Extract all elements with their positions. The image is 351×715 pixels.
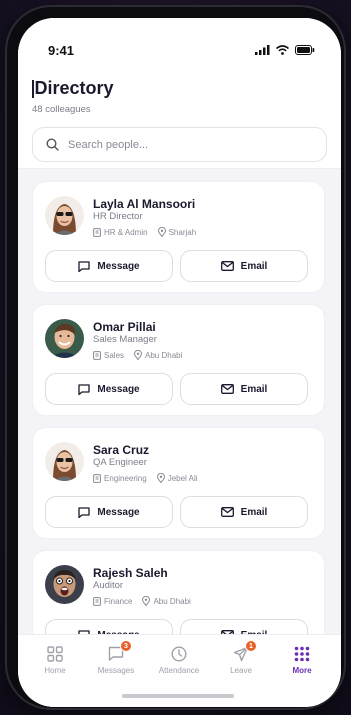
department: Finance [93, 597, 132, 606]
message-button[interactable]: Message [45, 496, 173, 528]
building-icon [93, 596, 101, 606]
home-indicator[interactable] [122, 694, 234, 698]
colleague-count: 48 colleagues [32, 104, 91, 115]
search-bar[interactable] [32, 127, 327, 162]
person-meta: HR & Admin Sharjah [93, 227, 196, 237]
location: Jebel Ali [156, 473, 198, 483]
location-pin-icon [134, 350, 143, 360]
signal-icon [255, 45, 270, 55]
message-button-label: Message [97, 383, 140, 395]
page-title: Directory [32, 78, 327, 99]
avatar-surprised-icon [45, 565, 84, 604]
text-cursor [32, 79, 34, 98]
chat-bubble-icon [78, 383, 91, 395]
person-name: Rajesh Saleh [93, 566, 168, 580]
wifi-icon [276, 45, 289, 55]
person-meta: Engineering Jebel Ali [93, 473, 198, 483]
search-input[interactable] [68, 138, 288, 151]
person-name: Layla Al Mansoori [93, 197, 196, 211]
location-label: Abu Dhabi [153, 596, 191, 606]
tab-home-label: Home [44, 666, 66, 675]
location-label: Sharjah [168, 227, 197, 237]
chat-bubble-icon [78, 506, 91, 518]
avatar-sunglasses-icon [45, 196, 84, 235]
chat-bubble-icon [78, 260, 91, 272]
person-name: Sara Cruz [93, 443, 150, 457]
location-pin-icon [157, 227, 166, 237]
mail-icon [220, 261, 234, 271]
person-meta: Finance Abu Dhabi [93, 596, 191, 606]
department-label: HR & Admin [104, 227, 148, 237]
status-icons [255, 45, 315, 55]
person-role: HR Director [93, 211, 143, 222]
email-button[interactable]: Email [180, 250, 308, 282]
building-icon [93, 227, 101, 237]
dots-grid-icon [294, 646, 310, 662]
avatar [45, 319, 84, 358]
directory-header: Directory 48 colleagues [18, 62, 341, 169]
tab-attendance[interactable]: Attendance [149, 646, 209, 675]
app-screen: 9:41 Directory 48 colleagues Search peop… [18, 18, 341, 707]
department-label: Engineering [104, 473, 147, 483]
location-label: Abu Dhabi [145, 350, 183, 360]
person-card[interactable]: Omar Pillai Sales Manager Sales Abu Dhab… [32, 304, 325, 416]
message-button[interactable]: Message [45, 373, 173, 405]
search-icon [46, 138, 59, 151]
email-button[interactable]: Email [180, 496, 308, 528]
location: Abu Dhabi [142, 596, 191, 606]
status-time: 9:41 [48, 42, 75, 58]
person-role: QA Engineer [93, 457, 147, 468]
tab-messages[interactable]: 3 Messages [86, 640, 146, 675]
location: Sharjah [157, 227, 197, 237]
person-meta: Sales Abu Dhabi [93, 350, 182, 360]
person-card[interactable]: Sara Cruz QA Engineer Engineering Jebel … [32, 427, 325, 539]
message-button-label: Message [97, 506, 140, 518]
email-button[interactable]: Email [180, 373, 308, 405]
page-title-text: Directory [34, 78, 114, 98]
location-pin-icon [142, 596, 151, 606]
phone-frame: 9:41 Directory 48 colleagues Search peop… [5, 5, 346, 710]
avatar [45, 196, 84, 235]
building-icon [93, 473, 101, 483]
avatar-smiling-icon [45, 319, 84, 358]
mail-icon [220, 507, 234, 517]
message-button[interactable]: Message [45, 250, 173, 282]
person-role: Auditor [93, 580, 124, 591]
status-bar: 9:41 [18, 18, 341, 62]
leave-badge: 1 [245, 640, 257, 652]
building-icon [93, 350, 101, 360]
department: HR & Admin [93, 228, 148, 237]
tab-leave[interactable]: 1 Leave [211, 640, 271, 675]
tab-messages-label: Messages [97, 666, 135, 675]
tab-leave-label: Leave [230, 666, 252, 675]
mail-icon [220, 384, 234, 394]
department-label: Finance [104, 596, 133, 606]
grid-icon [47, 646, 63, 662]
message-button-label: Message [97, 260, 140, 272]
department: Sales [93, 351, 124, 360]
messages-badge: 3 [120, 640, 132, 652]
battery-icon [295, 45, 315, 55]
tab-attendance-label: Attendance [158, 666, 200, 675]
clock-icon [171, 646, 187, 662]
people-list: Layla Al Mansoori HR Director HR & Admin… [32, 181, 325, 673]
avatar-sunglasses-icon [45, 442, 84, 481]
person-name: Omar Pillai [93, 320, 156, 334]
person-role: Sales Manager [93, 334, 157, 345]
tab-more-label: More [292, 666, 312, 675]
avatar [45, 442, 84, 481]
location-label: Jebel Ali [167, 473, 198, 483]
location-pin-icon [156, 473, 165, 483]
person-card[interactable]: Layla Al Mansoori HR Director HR & Admin… [32, 181, 325, 293]
email-button-label: Email [240, 260, 268, 272]
location: Abu Dhabi [134, 350, 182, 360]
avatar [45, 565, 84, 604]
email-button-label: Email [240, 383, 268, 395]
bottom-tab-bar: Home 3 Messages Attendance 1 Leave More [18, 634, 341, 707]
department-label: Sales [104, 350, 125, 360]
email-button-label: Email [240, 506, 268, 518]
department: Engineering [93, 474, 147, 483]
tab-home[interactable]: Home [25, 646, 85, 675]
tab-more[interactable]: More [272, 646, 332, 675]
